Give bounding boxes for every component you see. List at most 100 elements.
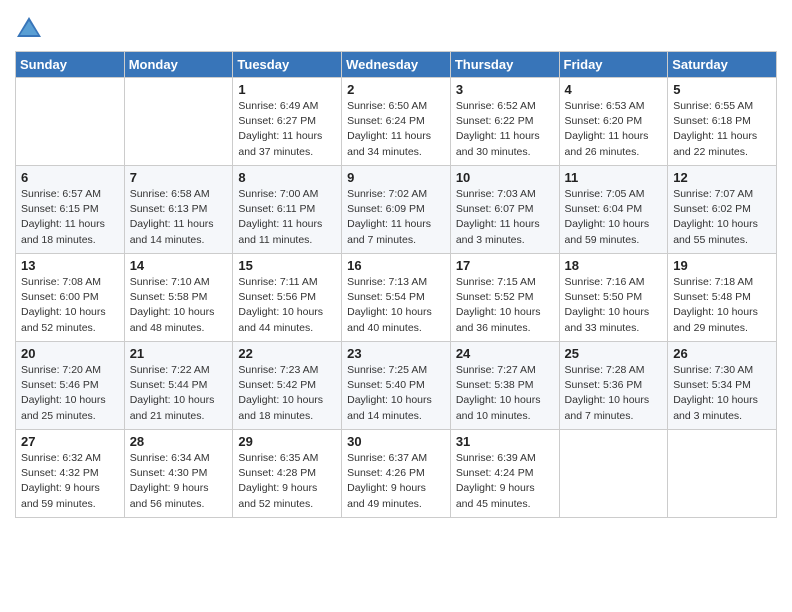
calendar-cell	[559, 430, 668, 518]
calendar-cell: 3Sunrise: 6:52 AM Sunset: 6:22 PM Daylig…	[450, 78, 559, 166]
day-info: Sunrise: 6:37 AM Sunset: 4:26 PM Dayligh…	[347, 451, 445, 512]
calendar-table: SundayMondayTuesdayWednesdayThursdayFrid…	[15, 51, 777, 518]
weekday-header-sunday: Sunday	[16, 52, 125, 78]
calendar-cell: 5 Sunrise: 6:55 AM Sunset: 6:18 PM Daylig…	[668, 78, 777, 166]
day-info: Sunrise: 7:20 AM Sunset: 5:46 PM Dayligh…	[21, 363, 119, 424]
calendar-cell: 1 Sunrise: 6:49 AM Sunset: 6:27 PM Daylig…	[233, 78, 342, 166]
calendar-cell: 27 Sunrise: 6:32 AM Sunset: 4:32 PM Dayli…	[16, 430, 125, 518]
day-number: 10	[456, 170, 554, 185]
day-info: Sunrise: 7:28 AM Sunset: 5:36 PM Dayligh…	[565, 363, 663, 424]
calendar-cell: 6 Sunrise: 6:57 AM Sunset: 6:15 PM Daylig…	[16, 166, 125, 254]
day-number: 18	[565, 258, 663, 273]
day-number: 19	[673, 258, 771, 273]
day-info: Sunrise: 6:58 AM Sunset: 6:13 PM Dayligh…	[130, 187, 228, 248]
day-info: Sunrise: 6:34 AM Sunset: 4:30 PM Dayligh…	[130, 451, 228, 512]
day-info: Sunrise: 7:23 AM Sunset: 5:42 PM Dayligh…	[238, 363, 336, 424]
calendar-cell: 16Sunrise: 7:13 AM Sunset: 5:54 PM Dayli…	[342, 254, 451, 342]
day-info: Sunrise: 7:11 AM Sunset: 5:56 PM Dayligh…	[238, 275, 336, 336]
calendar-cell: 17 Sunrise: 7:15 AM Sunset: 5:52 PM Dayli…	[450, 254, 559, 342]
day-info: Sunrise: 6:50 AM Sunset: 6:24 PM Dayligh…	[347, 99, 445, 160]
calendar-cell: 21 Sunrise: 7:22 AM Sunset: 5:44 PM Dayli…	[124, 342, 233, 430]
day-number: 14	[130, 258, 228, 273]
calendar-cell: 22 Sunrise: 7:23 AM Sunset: 5:42 PM Dayli…	[233, 342, 342, 430]
weekday-header-monday: Monday	[124, 52, 233, 78]
calendar-cell: 15Sunrise: 7:11 AM Sunset: 5:56 PM Dayli…	[233, 254, 342, 342]
day-info: Sunrise: 6:57 AM Sunset: 6:15 PM Dayligh…	[21, 187, 119, 248]
weekday-header-thursday: Thursday	[450, 52, 559, 78]
day-number: 25	[565, 346, 663, 361]
calendar-cell	[16, 78, 125, 166]
logo-icon	[15, 15, 43, 43]
day-info: Sunrise: 7:02 AM Sunset: 6:09 PM Dayligh…	[347, 187, 445, 248]
day-number: 31	[456, 434, 554, 449]
calendar-cell: 29 Sunrise: 6:35 AM Sunset: 4:28 PM Dayli…	[233, 430, 342, 518]
day-number: 17	[456, 258, 554, 273]
day-number: 26	[673, 346, 771, 361]
day-info: Sunrise: 6:52 AM Sunset: 6:22 PM Dayligh…	[456, 99, 554, 160]
header-row: SundayMondayTuesdayWednesdayThursdayFrid…	[16, 52, 777, 78]
day-info: Sunrise: 7:30 AM Sunset: 5:34 PM Dayligh…	[673, 363, 771, 424]
calendar-cell: 30 Sunrise: 6:37 AM Sunset: 4:26 PM Dayli…	[342, 430, 451, 518]
calendar-cell: 10 Sunrise: 7:03 AM Sunset: 6:07 PM Dayli…	[450, 166, 559, 254]
day-info: Sunrise: 7:22 AM Sunset: 5:44 PM Dayligh…	[130, 363, 228, 424]
calendar-cell: 24Sunrise: 7:27 AM Sunset: 5:38 PM Dayli…	[450, 342, 559, 430]
day-info: Sunrise: 6:55 AM Sunset: 6:18 PM Dayligh…	[673, 99, 771, 160]
week-row-5: 27 Sunrise: 6:32 AM Sunset: 4:32 PM Dayli…	[16, 430, 777, 518]
day-number: 29	[238, 434, 336, 449]
calendar-cell: 9 Sunrise: 7:02 AM Sunset: 6:09 PM Daylig…	[342, 166, 451, 254]
calendar-cell: 7Sunrise: 6:58 AM Sunset: 6:13 PM Daylig…	[124, 166, 233, 254]
day-number: 9	[347, 170, 445, 185]
header	[15, 10, 777, 43]
day-number: 5	[673, 82, 771, 97]
calendar-cell: 18 Sunrise: 7:16 AM Sunset: 5:50 PM Dayli…	[559, 254, 668, 342]
day-number: 13	[21, 258, 119, 273]
calendar-cell: 12 Sunrise: 7:07 AM Sunset: 6:02 PM Dayli…	[668, 166, 777, 254]
day-info: Sunrise: 7:16 AM Sunset: 5:50 PM Dayligh…	[565, 275, 663, 336]
day-info: Sunrise: 7:10 AM Sunset: 5:58 PM Dayligh…	[130, 275, 228, 336]
day-number: 12	[673, 170, 771, 185]
day-info: Sunrise: 7:15 AM Sunset: 5:52 PM Dayligh…	[456, 275, 554, 336]
day-info: Sunrise: 6:32 AM Sunset: 4:32 PM Dayligh…	[21, 451, 119, 512]
weekday-header-wednesday: Wednesday	[342, 52, 451, 78]
calendar-cell: 13 Sunrise: 7:08 AM Sunset: 6:00 PM Dayli…	[16, 254, 125, 342]
day-info: Sunrise: 7:27 AM Sunset: 5:38 PM Dayligh…	[456, 363, 554, 424]
calendar-cell: 28 Sunrise: 6:34 AM Sunset: 4:30 PM Dayli…	[124, 430, 233, 518]
day-number: 22	[238, 346, 336, 361]
day-info: Sunrise: 6:35 AM Sunset: 4:28 PM Dayligh…	[238, 451, 336, 512]
day-info: Sunrise: 6:49 AM Sunset: 6:27 PM Dayligh…	[238, 99, 336, 160]
week-row-1: 1 Sunrise: 6:49 AM Sunset: 6:27 PM Daylig…	[16, 78, 777, 166]
calendar-cell: 19 Sunrise: 7:18 AM Sunset: 5:48 PM Dayli…	[668, 254, 777, 342]
day-number: 28	[130, 434, 228, 449]
day-number: 27	[21, 434, 119, 449]
calendar-cell	[668, 430, 777, 518]
day-info: Sunrise: 6:53 AM Sunset: 6:20 PM Dayligh…	[565, 99, 663, 160]
day-info: Sunrise: 7:08 AM Sunset: 6:00 PM Dayligh…	[21, 275, 119, 336]
day-info: Sunrise: 7:00 AM Sunset: 6:11 PM Dayligh…	[238, 187, 336, 248]
day-info: Sunrise: 7:07 AM Sunset: 6:02 PM Dayligh…	[673, 187, 771, 248]
day-number: 8	[238, 170, 336, 185]
day-info: Sunrise: 7:03 AM Sunset: 6:07 PM Dayligh…	[456, 187, 554, 248]
day-number: 21	[130, 346, 228, 361]
calendar-cell: 8 Sunrise: 7:00 AM Sunset: 6:11 PM Daylig…	[233, 166, 342, 254]
calendar-cell: 11Sunrise: 7:05 AM Sunset: 6:04 PM Dayli…	[559, 166, 668, 254]
day-number: 20	[21, 346, 119, 361]
day-number: 30	[347, 434, 445, 449]
calendar-cell: 23Sunrise: 7:25 AM Sunset: 5:40 PM Dayli…	[342, 342, 451, 430]
calendar-cell	[124, 78, 233, 166]
calendar-cell: 20 Sunrise: 7:20 AM Sunset: 5:46 PM Dayli…	[16, 342, 125, 430]
day-number: 2	[347, 82, 445, 97]
calendar-cell: 2 Sunrise: 6:50 AM Sunset: 6:24 PM Daylig…	[342, 78, 451, 166]
calendar-cell: 26 Sunrise: 7:30 AM Sunset: 5:34 PM Dayli…	[668, 342, 777, 430]
week-row-2: 6 Sunrise: 6:57 AM Sunset: 6:15 PM Daylig…	[16, 166, 777, 254]
day-number: 23	[347, 346, 445, 361]
weekday-header-saturday: Saturday	[668, 52, 777, 78]
day-info: Sunrise: 7:18 AM Sunset: 5:48 PM Dayligh…	[673, 275, 771, 336]
day-number: 6	[21, 170, 119, 185]
day-info: Sunrise: 7:13 AM Sunset: 5:54 PM Dayligh…	[347, 275, 445, 336]
calendar-cell: 31Sunrise: 6:39 AM Sunset: 4:24 PM Dayli…	[450, 430, 559, 518]
logo	[15, 15, 47, 43]
day-number: 11	[565, 170, 663, 185]
weekday-header-tuesday: Tuesday	[233, 52, 342, 78]
weekday-header-friday: Friday	[559, 52, 668, 78]
day-number: 1	[238, 82, 336, 97]
